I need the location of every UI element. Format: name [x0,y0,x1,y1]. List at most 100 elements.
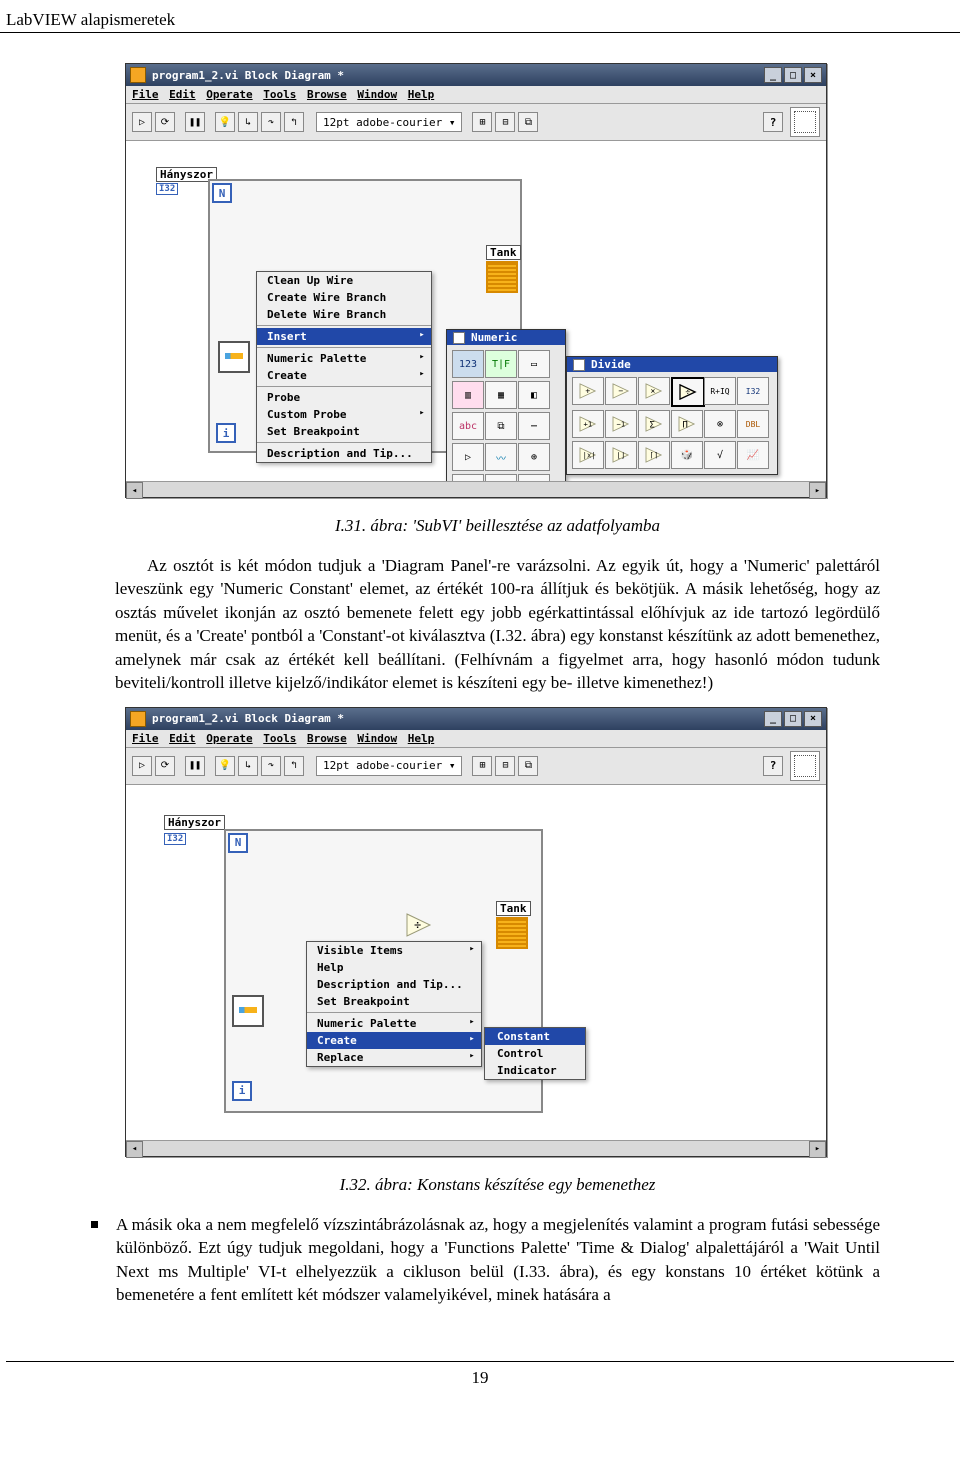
ctx-numeric-palette[interactable]: Numeric Palette [307,1015,481,1032]
ring-const-icon[interactable]: ▭ [518,350,550,378]
conv-icon[interactable]: ⇄ [485,474,517,481]
add-icon[interactable]: + [572,377,604,405]
menu-browse[interactable]: Browse [307,88,347,101]
block-diagram-canvas[interactable]: Hányszor I32 N i Tank Clean Up Wire Crea… [126,141,826,481]
scroll-left-button[interactable]: ◂ [126,1141,143,1158]
minimize-button[interactable]: _ [764,711,782,727]
step-over-button[interactable]: ↷ [261,756,281,776]
ctx-delete-wire-branch[interactable]: Delete Wire Branch [257,306,431,323]
pin-icon[interactable] [453,332,465,344]
align-button[interactable]: ⊞ [472,756,492,776]
misc-icon[interactable]: ⋯ [518,412,550,440]
divide-node[interactable]: ÷ [406,913,432,937]
subtract-icon[interactable]: − [605,377,637,405]
vi-icon[interactable] [790,751,820,781]
ctx-create-wire-branch[interactable]: Create Wire Branch [257,289,431,306]
divide-palette[interactable]: Divide + − × ÷ R+IQ I32 +1 −1 Σ Π ⊗ [566,356,778,475]
step-out-button[interactable]: ↰ [284,112,304,132]
menu-browse[interactable]: Browse [307,732,347,745]
abs-icon[interactable]: |x| [572,441,604,469]
enum-const-icon[interactable]: T|F [485,350,517,378]
horizontal-scrollbar[interactable]: ◂ ▸ [126,1140,826,1156]
subvi-node[interactable] [232,995,264,1027]
pin-icon[interactable] [573,359,585,371]
step-into-button[interactable]: ↳ [238,112,258,132]
round-icon[interactable]: ⌊⌋ [605,441,637,469]
ctx-help[interactable]: Help [307,959,481,976]
menu-tools[interactable]: Tools [263,732,296,745]
menu-window[interactable]: Window [357,732,397,745]
string-icon[interactable]: ◧ [518,381,550,409]
array-icon[interactable]: ▥ [452,381,484,409]
wire-context-menu[interactable]: Clean Up Wire Create Wire Branch Delete … [256,271,432,463]
font-selector[interactable]: 12pt adobe-courier ▾ [316,756,462,776]
loop-i-terminal[interactable]: i [232,1081,252,1101]
maximize-button[interactable]: □ [784,711,802,727]
vi-icon[interactable] [790,107,820,137]
subvi-node[interactable] [218,341,250,373]
ctx-description-tip[interactable]: Description and Tip... [257,445,431,462]
menu-tools[interactable]: Tools [263,88,296,101]
multiply-icon[interactable]: × [638,377,670,405]
scroll-right-button[interactable]: ▸ [809,1141,826,1158]
menu-operate[interactable]: Operate [206,88,252,101]
menu-help[interactable]: Help [408,88,435,101]
highlight-exec-button[interactable]: 💡 [215,756,235,776]
ctx-set-breakpoint[interactable]: Set Breakpoint [257,423,431,440]
step-out-button[interactable]: ↰ [284,756,304,776]
abc-icon[interactable]: abc [452,412,484,440]
reorder-button[interactable]: ⧉ [518,112,538,132]
highlight-exec-button[interactable]: 💡 [215,112,235,132]
ctx-replace[interactable]: Replace [307,1049,481,1066]
pause-button[interactable]: ❚❚ [185,112,205,132]
menu-file[interactable]: File [132,88,159,101]
error-icon[interactable]: ⊕ [518,443,550,471]
trig-icon[interactable]: ▷ [452,474,484,481]
run-cont-button[interactable]: ⟳ [155,756,175,776]
minimize-button[interactable]: _ [764,67,782,83]
numeric-const-icon[interactable]: 123 [452,350,484,378]
ctx-insert[interactable]: Insert [257,328,431,345]
run-button[interactable]: ▷ [132,756,152,776]
menu-edit[interactable]: Edit [169,732,196,745]
run-cont-button[interactable]: ⟳ [155,112,175,132]
tank-indicator[interactable] [496,917,528,949]
loop-n-terminal[interactable]: N [212,183,232,203]
dbl-conv-icon[interactable]: DBL [737,410,769,438]
ctx-probe[interactable]: Probe [257,389,431,406]
run-button[interactable]: ▷ [132,112,152,132]
inc-icon[interactable]: +1 [572,410,604,438]
i32-terminal[interactable]: I32 [164,833,186,845]
horizontal-scrollbar[interactable]: ◂ ▸ [126,481,826,497]
dec-icon[interactable]: −1 [605,410,637,438]
ctx-set-breakpoint[interactable]: Set Breakpoint [307,993,481,1010]
distribute-button[interactable]: ⊟ [495,112,515,132]
help-icon[interactable]: ? [763,756,783,776]
ctx-create[interactable]: Create [257,367,431,384]
close-button[interactable]: × [804,711,822,727]
ctx-visible-items[interactable]: Visible Items [307,942,481,959]
pause-button[interactable]: ❚❚ [185,756,205,776]
i32-conv-icon[interactable]: I32 [737,377,769,405]
menu-bar[interactable]: File Edit Operate Tools Browse Window He… [126,730,826,748]
help-icon[interactable]: ? [763,112,783,132]
random-icon[interactable]: 🎲 [671,441,703,469]
menu-window[interactable]: Window [357,88,397,101]
loop-i-terminal[interactable]: i [216,423,236,443]
menu-file[interactable]: File [132,732,159,745]
complex-ops-icon[interactable]: ⊗ [704,410,736,438]
menu-edit[interactable]: Edit [169,88,196,101]
create-indicator[interactable]: Indicator [485,1062,585,1079]
menu-help[interactable]: Help [408,732,435,745]
step-into-button[interactable]: ↳ [238,756,258,776]
tank-indicator[interactable] [486,261,518,293]
create-submenu[interactable]: Constant Control Indicator [484,1027,586,1080]
create-constant[interactable]: Constant [485,1028,585,1045]
scroll-right-button[interactable]: ▸ [809,482,826,499]
ceil-icon[interactable]: ⌈⌉ [638,441,670,469]
close-button[interactable]: × [804,67,822,83]
menu-operate[interactable]: Operate [206,732,252,745]
cluster-icon[interactable]: ▦ [485,381,517,409]
sum-icon[interactable]: Σ [638,410,670,438]
wave-icon[interactable]: 〰 [485,443,517,471]
